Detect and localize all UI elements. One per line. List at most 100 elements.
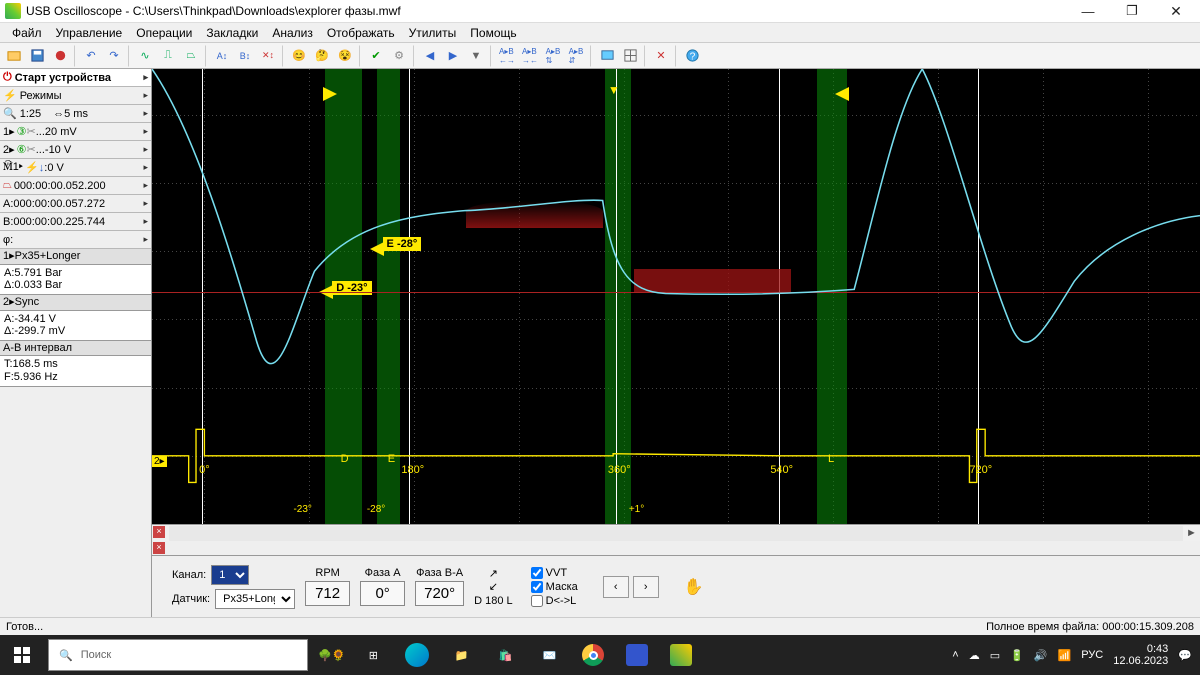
zoom-row[interactable]: 🔍1:25⇔5 ms▸ (0, 105, 151, 123)
tool-marker-clear-icon[interactable]: ✕↕ (257, 45, 279, 67)
measure3-header[interactable]: A-B интервал (0, 341, 151, 357)
tray-wifi-icon[interactable]: 📶 (1058, 649, 1072, 662)
scroll-right-icon[interactable]: ► (1183, 527, 1200, 539)
menu-bookmarks[interactable]: Закладки (199, 24, 265, 42)
sensor-select[interactable]: Px35+Long (215, 589, 295, 609)
timestamp-row[interactable]: ⏢000:00:00.052.200▸ (0, 177, 151, 195)
tool-wave2-icon[interactable]: ⎍ (157, 45, 179, 67)
phi-row[interactable]: φ:▸ (0, 231, 151, 249)
tray-date: 12.06.2023 (1113, 655, 1168, 667)
tool-open-icon[interactable] (3, 45, 25, 67)
close-panel-1-icon[interactable]: × (153, 542, 165, 554)
tool-ab3-icon[interactable]: A▸B⇅ (542, 45, 564, 67)
channel-select[interactable]: 1 (211, 565, 249, 585)
start-device-button[interactable]: ⏻Старт устройства▸ (0, 69, 151, 87)
taskbar-edge-icon[interactable] (395, 635, 439, 675)
measure2-a: A:-34.41 V (4, 313, 147, 326)
menu-operations[interactable]: Операции (129, 24, 199, 42)
separator (590, 45, 593, 67)
timestamp-value: 000:00:00.052.200 (14, 180, 106, 192)
tool-save-icon[interactable] (26, 45, 48, 67)
oscilloscope-display[interactable]: ▼ E -28° D -23° 2▸ 0° 180° 360° (152, 69, 1200, 524)
menu-file[interactable]: Файл (5, 24, 49, 42)
taskbar-weather-icon[interactable]: 🌳🌻 (312, 635, 351, 675)
menu-utils[interactable]: Утилиты (402, 24, 464, 42)
dtol-checkbox[interactable]: D<->L (531, 595, 578, 607)
taskbar-mail-icon[interactable]: ✉️ (527, 635, 571, 675)
nav-next-button[interactable]: › (633, 576, 659, 598)
taskbar-chrome-icon[interactable] (571, 635, 615, 675)
tool-undo-icon[interactable]: ↶ (80, 45, 102, 67)
measure1-delta: Δ:0.033 Bar (4, 279, 147, 292)
tray-notifications-icon[interactable]: 💬 (1178, 649, 1192, 662)
start-device-label: Старт устройства (15, 72, 111, 84)
tool-wave1-icon[interactable]: ∿ (134, 45, 156, 67)
vvt-checkbox[interactable]: VVT (531, 567, 578, 579)
tool-help-icon[interactable]: ? (681, 45, 703, 67)
deg-180: 180° (401, 464, 424, 476)
search-placeholder: Поиск (81, 649, 111, 661)
mask-checkbox[interactable]: Маска (531, 581, 578, 593)
separator (282, 45, 285, 67)
minimize-button[interactable]: — (1066, 0, 1110, 22)
tray-onedrive-icon[interactable]: ☁ (969, 649, 980, 662)
tray-chevron-icon[interactable]: ˄ (952, 649, 958, 661)
tool-marker-a-icon[interactable]: A↕ (211, 45, 233, 67)
cursor-a-row[interactable]: A:000:00:00.057.272▸ (0, 195, 151, 213)
trigger-row[interactable]: 🕅1▸ ⚡ ↓:0 V▸ (0, 159, 151, 177)
modes-button[interactable]: ⚡Режимы▸ (0, 87, 151, 105)
tool-wave3-icon[interactable]: ⏢ (180, 45, 202, 67)
tool-grid-icon[interactable] (619, 45, 641, 67)
tool-ab4-icon[interactable]: A▸B⇵ (565, 45, 587, 67)
tool-delete-icon[interactable]: ✕ (650, 45, 672, 67)
taskbar-explorer-icon[interactable]: 📁 (439, 635, 483, 675)
nav-prev-button[interactable]: ‹ (603, 576, 629, 598)
tool-ab2-icon[interactable]: A▸B→← (519, 45, 541, 67)
tool-gear-icon[interactable]: ⚙ (388, 45, 410, 67)
tool-screen-icon[interactable] (596, 45, 618, 67)
menu-help[interactable]: Помощь (463, 24, 523, 42)
tray-time: 0:43 (1147, 643, 1168, 655)
taskbar-oscilloscope-icon[interactable] (659, 635, 703, 675)
tray-lang[interactable]: РУС (1081, 649, 1103, 661)
maximize-button[interactable]: ❐ (1110, 0, 1154, 22)
close-button[interactable]: ✕ (1154, 0, 1198, 22)
start-menu-icon[interactable] (0, 635, 44, 675)
horizontal-scrollbar[interactable]: ◄ ► (152, 524, 1200, 541)
menu-analysis[interactable]: Анализ (265, 24, 320, 42)
cursor-b-row[interactable]: B:000:00:00.225.744▸ (0, 213, 151, 231)
measure1-header[interactable]: 1▸Px35+Longer (0, 249, 151, 265)
tool-nav-prev-icon[interactable]: ◀ (419, 45, 441, 67)
tool-redo-icon[interactable]: ↷ (103, 45, 125, 67)
measure2-header[interactable]: 2▸Sync (0, 295, 151, 311)
close-panel-2-icon[interactable]: × (153, 526, 165, 538)
tray-meet-icon[interactable]: ▭ (990, 649, 1000, 662)
tray-volume-icon[interactable]: 🔊 (1034, 649, 1048, 662)
hand-tool-icon[interactable]: ✋ (684, 577, 704, 597)
trigger-value: 0 V (47, 162, 64, 174)
taskbar-taskview-icon[interactable]: ⊞ (351, 635, 395, 675)
tool-nav-next-icon[interactable]: ▶ (442, 45, 464, 67)
taskbar-store-icon[interactable]: 🛍️ (483, 635, 527, 675)
d180l-icon[interactable]: ↗↙ (489, 567, 498, 593)
scope-area: ▼ E -28° D -23° 2▸ 0° 180° 360° (152, 69, 1200, 617)
modes-label: Режимы (20, 90, 62, 102)
tool-emoji2-icon[interactable]: 🤔 (311, 45, 333, 67)
ch2-row[interactable]: 2▸⑥✂ ... -10 V▸ (0, 141, 151, 159)
tool-dropdown-icon[interactable]: ▼ (465, 45, 487, 67)
tool-marker-b-icon[interactable]: B↕ (234, 45, 256, 67)
phase-a-label: Фаза А (365, 567, 401, 579)
tool-record-icon[interactable] (49, 45, 71, 67)
menu-control[interactable]: Управление (49, 24, 130, 42)
tray-clock[interactable]: 0:43 12.06.2023 (1113, 643, 1168, 667)
taskbar-app1-icon[interactable] (615, 635, 659, 675)
tool-check-icon[interactable]: ✔ (365, 45, 387, 67)
tray-battery-icon[interactable]: 🔋 (1010, 649, 1024, 662)
ch1-row[interactable]: 1▸③✂ ... 20 mV▸ (0, 123, 151, 141)
taskbar-search[interactable]: 🔍 Поиск (48, 639, 308, 671)
tool-emoji3-icon[interactable]: 😵 (334, 45, 356, 67)
tool-ab1-icon[interactable]: A▸B←→ (496, 45, 518, 67)
d180l-label: D 180 L (474, 595, 513, 607)
menu-display[interactable]: Отображать (320, 24, 402, 42)
tool-emoji1-icon[interactable]: 😊 (288, 45, 310, 67)
